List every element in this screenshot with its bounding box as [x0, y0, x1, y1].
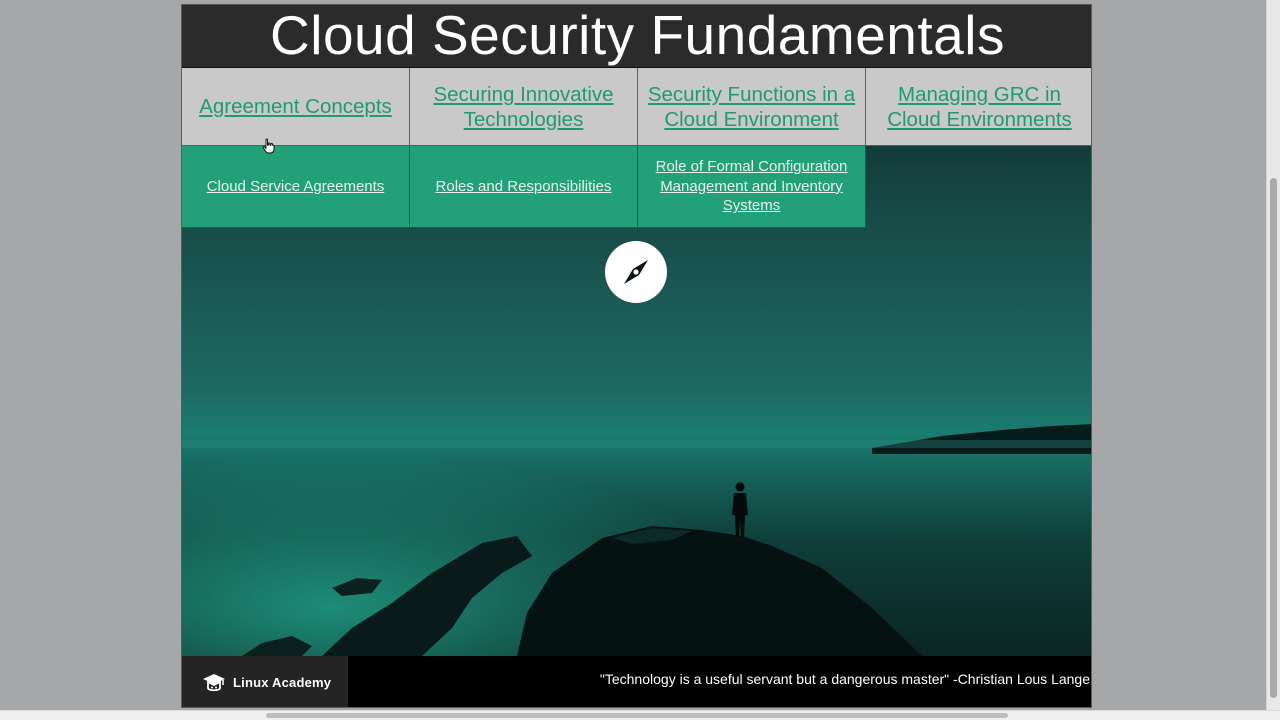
compass-icon[interactable]	[605, 241, 667, 303]
hand-cursor-icon	[262, 138, 275, 154]
footer-quote: "Technology is a useful servant but a da…	[599, 671, 1090, 687]
subtopic-cell-formal-configuration-management: Role of Formal Configuration Management …	[638, 146, 866, 228]
horizontal-scrollbar[interactable]	[0, 710, 1280, 720]
topic-link-agreement-concepts[interactable]: Agreement Concepts	[199, 94, 392, 119]
slide-footer: Linux Academy "Technology is a useful se…	[182, 656, 1091, 707]
topic-link-securing-innovative-technologies[interactable]: Securing Innovative Technologies	[418, 82, 629, 132]
subtopic-cell-cloud-service-agreements: Cloud Service Agreements	[182, 146, 410, 228]
subtopic-link-formal-configuration-management[interactable]: Role of Formal Configuration Management …	[646, 157, 857, 216]
subtopic-nav: Cloud Service Agreements Roles and Respo…	[182, 146, 866, 228]
topic-link-managing-grc[interactable]: Managing GRC in Cloud Environments	[874, 82, 1085, 132]
subtopic-link-roles-and-responsibilities[interactable]: Roles and Responsibilities	[436, 177, 612, 197]
slide-title: Cloud Security Fundamentals	[182, 5, 1091, 68]
vertical-scrollbar-thumb[interactable]	[1270, 178, 1277, 698]
graduation-cap-icon	[203, 673, 225, 691]
brand-name: Linux Academy	[233, 675, 332, 690]
presentation-slide: Cloud Security Fundamentals Agreement Co…	[181, 4, 1092, 708]
linux-academy-logo: Linux Academy	[182, 656, 348, 707]
topic-link-security-functions[interactable]: Security Functions in a Cloud Environmen…	[646, 82, 857, 132]
topic-cell-securing-innovative-technologies: Securing Innovative Technologies	[410, 68, 638, 146]
subtopic-cell-roles-and-responsibilities: Roles and Responsibilities	[410, 146, 638, 228]
topic-cell-agreement-concepts: Agreement Concepts	[182, 68, 410, 146]
topic-cell-managing-grc: Managing GRC in Cloud Environments	[866, 68, 1091, 146]
subtopic-link-cloud-service-agreements[interactable]: Cloud Service Agreements	[207, 177, 385, 197]
topic-nav: Agreement Concepts Securing Innovative T…	[182, 68, 1091, 146]
topic-cell-security-functions: Security Functions in a Cloud Environmen…	[638, 68, 866, 146]
vertical-scrollbar[interactable]	[1266, 0, 1280, 710]
horizontal-scrollbar-thumb[interactable]	[266, 713, 1008, 718]
